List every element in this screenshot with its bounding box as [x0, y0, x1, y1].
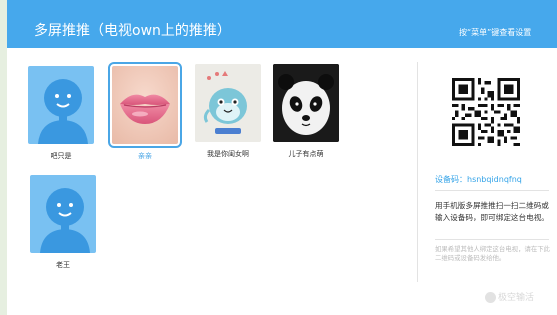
user-name: 亲亲: [138, 152, 152, 160]
watermark-logo-icon: [485, 292, 496, 303]
user-card-selected[interactable]: 亲亲: [108, 62, 182, 161]
divider: [435, 239, 549, 240]
tv-app-window: 多屏推推（电视own上的推推） 按“菜单”键查看设置 吧只是 亲亲 我是你闺女啊…: [7, 0, 557, 315]
user-card[interactable]: 老王: [29, 175, 97, 270]
user-card[interactable]: 儿子有点萌: [272, 64, 340, 159]
panda-photo: [273, 64, 339, 142]
page-title: 多屏推推（电视own上的推推）: [34, 23, 231, 39]
header-bar: 多屏推推（电视own上的推推） 按“菜单”键查看设置: [7, 0, 557, 48]
default-person-icon: [30, 175, 96, 253]
panel-divider: [417, 62, 418, 282]
user-card[interactable]: 吧只是: [27, 66, 95, 161]
user-name: 儿子有点萌: [288, 150, 324, 158]
user-name: 老王: [56, 261, 70, 269]
cartoon-whale-sticker: [195, 64, 261, 142]
user-name: 吧只是: [50, 152, 72, 160]
watermark: 极空输活: [485, 290, 534, 303]
device-code: 设备码：hsnbqidnqfnq: [435, 175, 522, 184]
qr-code-icon: [452, 78, 520, 146]
default-person-icon: [28, 66, 94, 144]
bind-instructions: 用手机版多屏推推扫一扫二维码或输入设备码，即可绑定这台电视。: [435, 201, 549, 222]
menu-hint: 按“菜单”键查看设置: [459, 28, 532, 37]
lips-photo: [108, 62, 182, 148]
user-name: 我是你闺女啊: [207, 150, 249, 158]
share-note: 如果希望其他人绑定这台电视，请在下此二维码或设备码发给他。: [435, 245, 551, 262]
divider: [435, 190, 549, 191]
user-card[interactable]: 我是你闺女啊: [194, 64, 262, 159]
